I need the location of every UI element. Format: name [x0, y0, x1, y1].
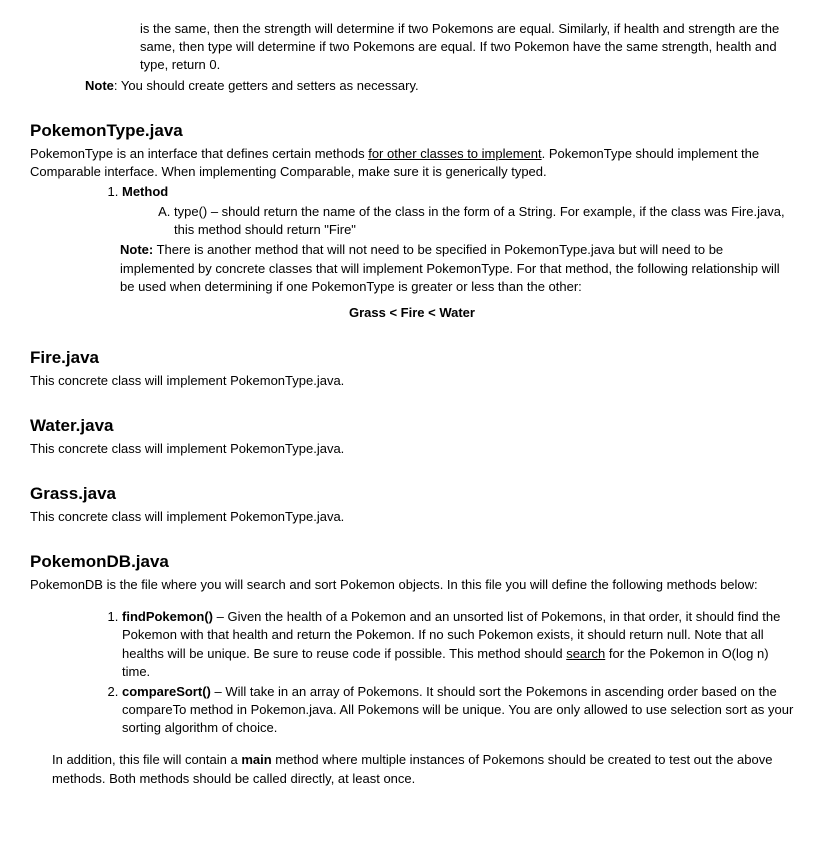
addendum-pre: In addition, this file will contain a	[52, 752, 241, 767]
note-label: Note:	[120, 242, 153, 257]
grass-text: This concrete class will implement Pokem…	[30, 508, 794, 526]
type-ordering: Grass < Fire < Water	[30, 304, 794, 322]
pokemontype-note: Note: There is another method that will …	[120, 241, 794, 296]
method-name-findpokemon: findPokemon()	[122, 609, 213, 624]
method-sublist: type() – should return the name of the c…	[152, 203, 794, 239]
list-item: type() – should return the name of the c…	[174, 203, 794, 239]
note-text: There is another method that will not ne…	[120, 242, 780, 293]
note-label: Note	[85, 78, 114, 93]
method-label: Method	[122, 184, 168, 199]
top-note: Note: You should create getters and sett…	[85, 77, 794, 95]
water-text: This concrete class will implement Pokem…	[30, 440, 794, 458]
addendum-main: main	[241, 752, 271, 767]
intro-pre: PokemonType is an interface that defines…	[30, 146, 368, 161]
intro-underlined: for other classes to implement	[368, 146, 541, 161]
m1-search-underline: search	[566, 646, 605, 661]
note-text: : You should create getters and setters …	[114, 78, 419, 93]
list-item: compareSort() – Will take in an array of…	[122, 683, 794, 738]
pokemondb-addendum: In addition, this file will contain a ma…	[52, 751, 794, 787]
heading-water: Water.java	[30, 414, 794, 438]
continuation-text: is the same, then the strength will dete…	[140, 20, 794, 75]
pokemondb-method-list: findPokemon() – Given the health of a Po…	[100, 608, 794, 737]
pokemontype-intro: PokemonType is an interface that defines…	[30, 145, 794, 181]
method-type-text: type() – should return the name of the c…	[174, 204, 785, 237]
list-item: findPokemon() – Given the health of a Po…	[122, 608, 794, 681]
heading-fire: Fire.java	[30, 346, 794, 370]
heading-pokemondb: PokemonDB.java	[30, 550, 794, 574]
heading-pokemontype: PokemonType.java	[30, 119, 794, 143]
method-name-comparesort: compareSort()	[122, 684, 211, 699]
m2-text: – Will take in an array of Pokemons. It …	[122, 684, 793, 735]
fire-text: This concrete class will implement Pokem…	[30, 372, 794, 390]
list-item: Method type() – should return the name o…	[122, 183, 794, 240]
heading-grass: Grass.java	[30, 482, 794, 506]
pokemondb-intro: PokemonDB is the file where you will sea…	[30, 576, 794, 594]
pokemontype-method-list: Method type() – should return the name o…	[100, 183, 794, 240]
